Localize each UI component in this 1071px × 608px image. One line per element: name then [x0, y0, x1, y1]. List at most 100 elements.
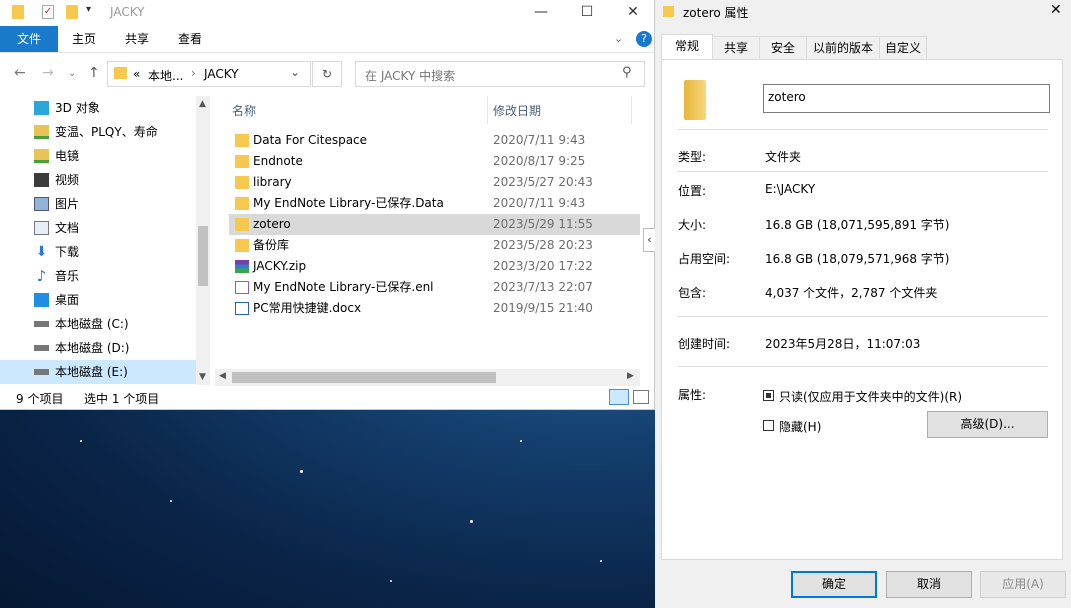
tab-sharing[interactable]: 共享 — [712, 36, 760, 58]
nav-item-network-folder[interactable]: 变温、PLQY、寿命 — [0, 120, 196, 144]
ribbon-expand-icon[interactable]: ⌄ — [614, 32, 623, 45]
3d-objects-icon — [34, 101, 49, 115]
column-divider[interactable] — [487, 96, 488, 124]
file-row[interactable]: 备份库 2023/5/28 20:23 — [229, 235, 640, 256]
address-dropdown-icon[interactable]: ⌄ — [290, 65, 300, 79]
nav-item-label: 音乐 — [55, 269, 80, 283]
nav-item-label: 本地磁盘 (D:) — [55, 341, 130, 355]
file-row[interactable]: My EndNote Library-已保存.Data 2020/7/11 9:… — [229, 193, 640, 214]
recent-locations-icon[interactable]: ⌄ — [68, 68, 76, 79]
tab-general[interactable]: 常规 — [661, 34, 713, 60]
file-row-selected[interactable]: zotero 2023/5/29 11:55 — [229, 214, 640, 235]
maximize-button[interactable]: ☐ — [564, 0, 610, 24]
scrollbar-thumb[interactable] — [198, 226, 208, 286]
column-header-date[interactable]: 修改日期 — [493, 102, 541, 119]
scroll-right-icon[interactable]: ▶ — [627, 371, 634, 381]
tab-view[interactable]: 查看 — [168, 26, 212, 52]
address-bar[interactable]: « 本地... › JACKY ⌄ — [107, 61, 311, 87]
tab-file[interactable]: 文件 — [0, 26, 58, 52]
snap-collapse-icon[interactable]: ‹ — [643, 228, 655, 252]
close-button[interactable]: ✕ — [1050, 2, 1062, 18]
file-name: My EndNote Library-已保存.Data — [253, 196, 444, 210]
nav-item-downloads[interactable]: ⬇ 下载 — [0, 240, 196, 264]
file-row[interactable]: PC常用快捷键.docx 2019/9/15 21:40 — [229, 298, 640, 319]
file-row[interactable]: My EndNote Library-已保存.enl 2023/7/13 22:… — [229, 277, 640, 298]
file-row[interactable]: JACKY.zip 2023/3/20 17:22 — [229, 256, 640, 277]
size-value: 16.8 GB (18,071,595,891 字节) — [765, 218, 950, 232]
readonly-label[interactable]: 只读(仅应用于文件夹中的文件)(R) — [779, 388, 962, 405]
nav-item-documents[interactable]: 文档 — [0, 216, 196, 240]
back-icon[interactable]: ← — [14, 65, 26, 81]
scrollbar-thumb[interactable] — [232, 372, 496, 383]
folder-icon — [235, 155, 249, 168]
refresh-icon: ↻ — [321, 67, 333, 81]
nav-item-videos[interactable]: 视频 — [0, 168, 196, 192]
folder-icon — [235, 197, 249, 210]
separator — [678, 129, 1048, 130]
nav-scrollbar[interactable]: ▲ ▼ — [196, 96, 210, 385]
forward-icon[interactable]: → — [42, 65, 54, 81]
scroll-left-icon[interactable]: ◀ — [219, 371, 226, 381]
nav-item-3d-objects[interactable]: 3D 对象 — [0, 96, 196, 120]
tab-customize[interactable]: 自定义 — [879, 36, 927, 58]
help-icon[interactable]: ? — [636, 31, 652, 47]
file-date: 2023/5/27 20:43 — [493, 175, 593, 189]
details-view-icon[interactable] — [609, 389, 629, 405]
nav-item-network-folder[interactable]: 电镜 — [0, 144, 196, 168]
properties-icon[interactable]: ✓ — [42, 5, 54, 19]
folder-icon — [235, 134, 249, 147]
folder-name-input[interactable]: zotero — [763, 84, 1050, 113]
scroll-up-icon[interactable]: ▲ — [199, 99, 206, 109]
breadcrumb-item[interactable]: JACKY — [204, 67, 238, 81]
column-header-name[interactable]: 名称 — [232, 102, 256, 119]
sort-ascending-icon: ˄ — [354, 96, 359, 104]
pictures-icon — [34, 197, 49, 211]
tab-home[interactable]: 主页 — [62, 26, 106, 52]
search-placeholder: 在 JACKY 中搜索 — [365, 69, 456, 83]
file-row[interactable]: library 2023/5/27 20:43 — [229, 172, 640, 193]
separator — [678, 171, 1048, 172]
tab-share[interactable]: 共享 — [115, 26, 159, 52]
cancel-button[interactable]: 取消 — [886, 571, 972, 598]
hidden-checkbox[interactable] — [763, 420, 774, 431]
music-icon: ♪ — [36, 267, 47, 285]
tab-previous-versions[interactable]: 以前的版本 — [806, 36, 880, 58]
dialog-title: zotero 属性 — [683, 6, 749, 20]
advanced-button[interactable]: 高级(D)... — [927, 411, 1048, 438]
refresh-button[interactable]: ↻ — [312, 61, 342, 87]
star — [80, 440, 82, 442]
readonly-checkbox[interactable] — [763, 390, 774, 401]
file-row[interactable]: Data For Citespace 2020/7/11 9:43 — [229, 130, 640, 151]
drive-icon — [34, 321, 49, 327]
scroll-down-icon[interactable]: ▼ — [199, 372, 206, 382]
drive-icon — [34, 369, 49, 375]
breadcrumb-prefix[interactable]: « — [133, 67, 140, 81]
customize-toolbar-icon[interactable]: ▾ — [86, 4, 91, 15]
nav-item-drive-d[interactable]: 本地磁盘 (D:) — [0, 336, 196, 360]
nav-item-drive-e[interactable]: 本地磁盘 (E:) — [0, 360, 196, 384]
type-label: 类型: — [678, 150, 707, 164]
new-folder-icon[interactable] — [66, 5, 78, 19]
breadcrumb-item[interactable]: 本地... — [148, 67, 183, 84]
minimize-button[interactable]: — — [518, 0, 564, 24]
close-button[interactable]: ✕ — [610, 0, 656, 24]
nav-item-desktop[interactable]: 桌面 — [0, 288, 196, 312]
apply-button[interactable]: 应用(A) — [980, 571, 1066, 598]
up-icon[interactable]: ↑ — [88, 65, 100, 81]
hidden-label[interactable]: 隐藏(H) — [779, 418, 821, 435]
nav-item-pictures[interactable]: 图片 — [0, 192, 196, 216]
ok-button[interactable]: 确定 — [791, 571, 877, 598]
search-input[interactable]: 在 JACKY 中搜索 ⚲ — [355, 61, 645, 87]
large-icons-view-icon[interactable] — [633, 390, 649, 404]
nav-item-label: 桌面 — [55, 293, 80, 307]
horizontal-scrollbar[interactable]: ◀ ▶ — [215, 369, 640, 386]
nav-item-drive-c[interactable]: 本地磁盘 (C:) — [0, 312, 196, 336]
tab-security[interactable]: 安全 — [759, 36, 807, 58]
folder-icon — [114, 67, 127, 79]
title-bar: ✓ ▾ JACKY — ☐ ✕ — [0, 0, 654, 26]
nav-item-music[interactable]: ♪ 音乐 — [0, 264, 196, 288]
folder-large-icon — [684, 80, 706, 120]
column-divider[interactable] — [631, 96, 632, 124]
file-row[interactable]: Endnote 2020/8/17 9:25 — [229, 151, 640, 172]
separator — [678, 366, 1048, 367]
